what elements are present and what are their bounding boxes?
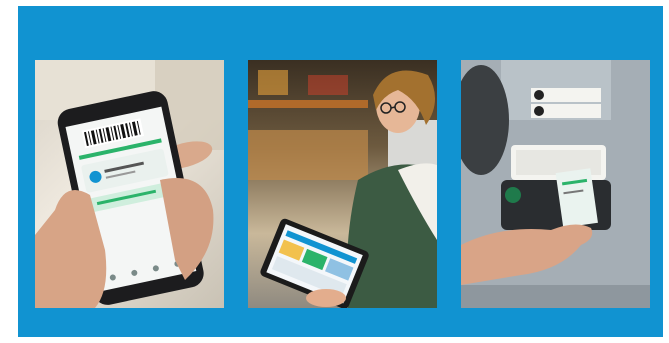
tablet-scene bbox=[248, 70, 437, 308]
shop-assistant-tablet-photo bbox=[248, 60, 437, 308]
smartphone-loyalty-app-photo bbox=[35, 60, 224, 308]
button-icon bbox=[505, 187, 521, 203]
reverse-vending-machine-photo bbox=[461, 60, 650, 308]
blue-frame bbox=[18, 6, 663, 337]
vending-scene bbox=[461, 60, 650, 308]
smartphone-scene bbox=[35, 60, 224, 308]
